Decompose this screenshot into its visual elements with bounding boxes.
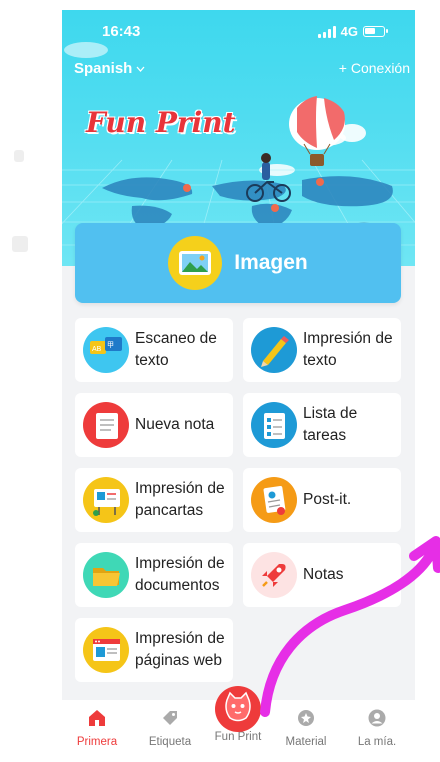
text-scan-icon: AB 甲 xyxy=(83,327,129,373)
tab-label: La mía. xyxy=(357,736,397,748)
tab-label: Fun Print xyxy=(214,731,262,743)
document-print-button[interactable]: Impresión de documentos xyxy=(75,543,233,607)
image-print-button[interactable]: Imagen xyxy=(75,223,401,303)
checklist-icon xyxy=(251,402,297,448)
tab-la-mia[interactable]: La mía. xyxy=(347,700,407,748)
text-print-label: Impresión de texto xyxy=(303,330,393,369)
pencil-icon xyxy=(251,327,297,373)
tab-material[interactable]: Material xyxy=(276,700,336,748)
status-indicators: 4G xyxy=(317,24,388,39)
signal-icon xyxy=(317,25,336,38)
tab-etiqueta[interactable]: Etiqueta xyxy=(140,700,200,748)
notes-button[interactable]: Notas xyxy=(243,543,401,607)
fun-print-logo: Fun Print xyxy=(86,106,236,139)
tag-icon xyxy=(163,711,177,725)
image-print-label: Imagen xyxy=(234,251,308,274)
text-scan-label: Escaneo de texto xyxy=(135,330,217,369)
background-artifact xyxy=(14,150,24,162)
svg-text:甲: 甲 xyxy=(107,341,114,349)
post-it-button[interactable]: Post-it. xyxy=(243,468,401,532)
new-note-button[interactable]: Nueva nota xyxy=(75,393,233,457)
tab-label: Etiqueta xyxy=(148,736,192,748)
new-note-label: Nueva nota xyxy=(135,416,215,433)
tab-label: Primera xyxy=(76,736,118,748)
home-icon xyxy=(89,710,105,726)
language-selector[interactable]: Spanish xyxy=(74,60,145,77)
profile-icon xyxy=(368,709,386,727)
text-scan-button[interactable]: AB 甲 Escaneo de texto xyxy=(75,318,233,382)
notes-label: Notas xyxy=(303,566,344,583)
gallery-icon xyxy=(168,236,223,290)
post-it-label: Post-it. xyxy=(303,491,352,508)
svg-text:AB: AB xyxy=(92,346,102,353)
task-list-label: Lista de tareas xyxy=(303,405,358,444)
webpage-print-button[interactable]: Impresión de páginas web xyxy=(75,618,233,682)
note-icon xyxy=(83,402,129,448)
login-link[interactable]: + Conexión xyxy=(339,60,410,76)
webpage-icon xyxy=(83,627,129,673)
webpage-print-label: Impresión de páginas web xyxy=(135,630,225,669)
cat-icon xyxy=(225,691,251,722)
banner-icon xyxy=(83,477,129,523)
fun-print-center-button[interactable] xyxy=(215,686,261,732)
network-type: 4G xyxy=(340,24,358,39)
background-artifact xyxy=(12,236,28,252)
banner-print-label: Impresión de pancartas xyxy=(135,480,225,519)
tab-label: Material xyxy=(285,736,327,748)
language-label: Spanish xyxy=(74,60,133,77)
folder-icon xyxy=(83,552,129,598)
banner-print-button[interactable]: Impresión de pancartas xyxy=(75,468,233,532)
sticky-note-icon xyxy=(251,477,297,523)
task-list-button[interactable]: Lista de tareas xyxy=(243,393,401,457)
tab-primera[interactable]: Primera xyxy=(67,700,127,748)
status-time: 16:43 xyxy=(102,23,141,40)
rocket-icon xyxy=(251,552,297,598)
material-icon xyxy=(298,710,314,726)
battery-icon xyxy=(363,26,388,37)
app-screen: 16:43 4G Spanish + Conexión Fun Print Im… xyxy=(62,10,415,750)
chevron-down-icon xyxy=(136,66,145,72)
text-print-button[interactable]: Impresión de texto xyxy=(243,318,401,382)
document-print-label: Impresión de documentos xyxy=(135,555,225,594)
